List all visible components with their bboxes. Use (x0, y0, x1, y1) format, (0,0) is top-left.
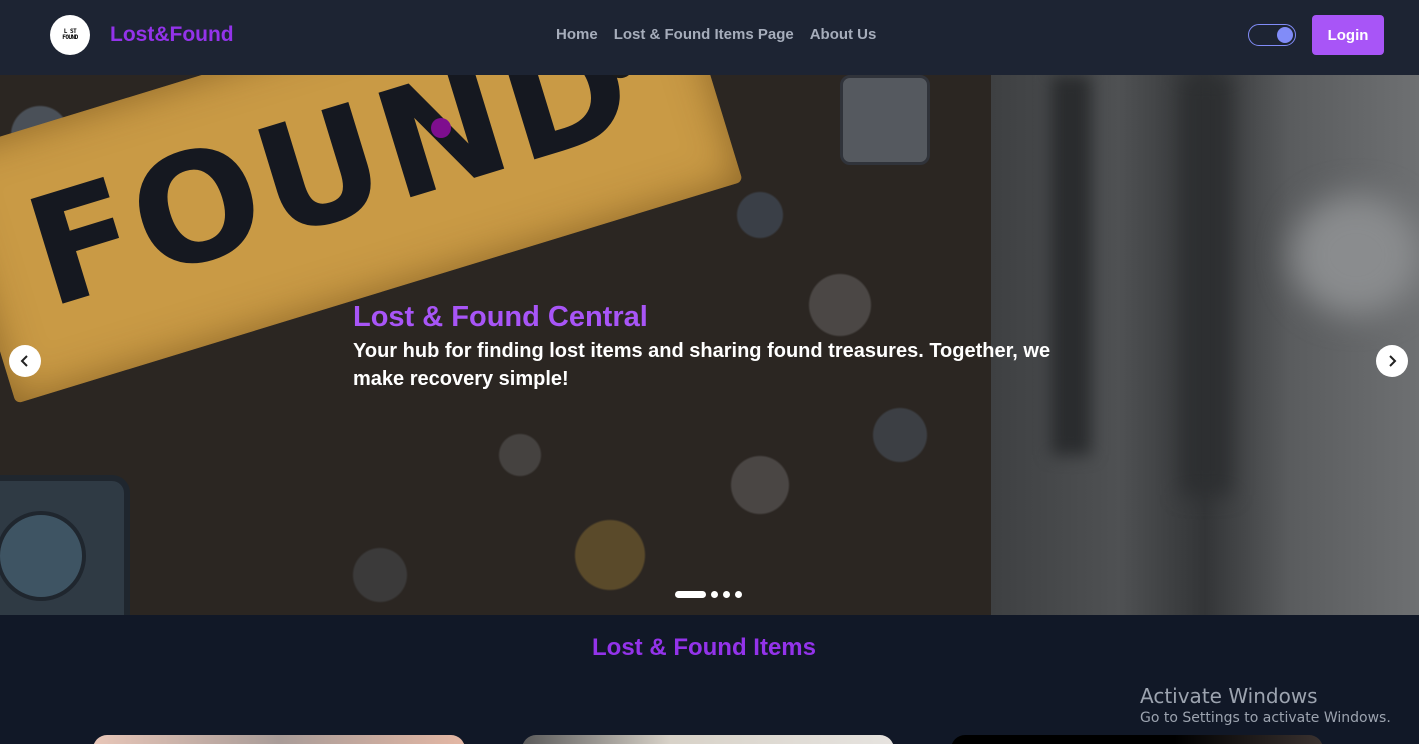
blur-shape (1181, 75, 1231, 495)
badge-inner (0, 511, 86, 601)
hero-subtitle: Your hub for finding lost items and shar… (353, 340, 1051, 390)
item-card[interactable] (93, 735, 465, 744)
navbar: L ST FOUND Lost&Found Home Lost & Found … (0, 0, 1419, 75)
nav-link-items[interactable]: Lost & Found Items Page (606, 26, 802, 43)
site-logo[interactable]: L ST FOUND (50, 15, 90, 55)
carousel-indicator[interactable] (735, 591, 742, 598)
carousel-indicators (675, 591, 742, 598)
nav-link-about[interactable]: About Us (802, 26, 885, 43)
chevron-left-icon (20, 355, 28, 367)
chevron-right-icon (1389, 355, 1397, 367)
theme-toggle[interactable] (1248, 24, 1296, 46)
windows-watermark-title: Activate Windows (1140, 684, 1318, 708)
carousel-indicator[interactable] (723, 591, 730, 598)
item-card[interactable] (951, 735, 1323, 744)
blur-shape (1051, 75, 1091, 455)
item-card[interactable] (522, 735, 894, 744)
toggle-knob-icon (1277, 27, 1293, 43)
carousel-prev-button[interactable] (9, 345, 41, 377)
login-button[interactable]: Login (1312, 15, 1384, 55)
section-title: Lost & Found Items (592, 634, 816, 661)
carousel-indicator-active[interactable] (675, 591, 706, 598)
cursor-dot (431, 118, 451, 138)
nav-links: Home Lost & Found Items Page About Us (548, 26, 884, 43)
brand-name[interactable]: Lost&Found (110, 23, 234, 47)
lock-image (840, 75, 930, 165)
carousel-indicator[interactable] (711, 591, 718, 598)
hero-carousel: FOUND Lost & Found Central Your hub for … (0, 75, 1419, 615)
hero-title: Lost & Found Central (353, 301, 648, 333)
windows-watermark-subtitle: Go to Settings to activate Windows. (1140, 710, 1391, 726)
blur-shape (1291, 195, 1419, 315)
logo-text: L ST FOUND (62, 28, 78, 41)
badge-image (0, 475, 130, 615)
nav-link-home[interactable]: Home (548, 26, 606, 43)
hero-next-slide-preview (991, 75, 1419, 615)
carousel-next-button[interactable] (1376, 345, 1408, 377)
